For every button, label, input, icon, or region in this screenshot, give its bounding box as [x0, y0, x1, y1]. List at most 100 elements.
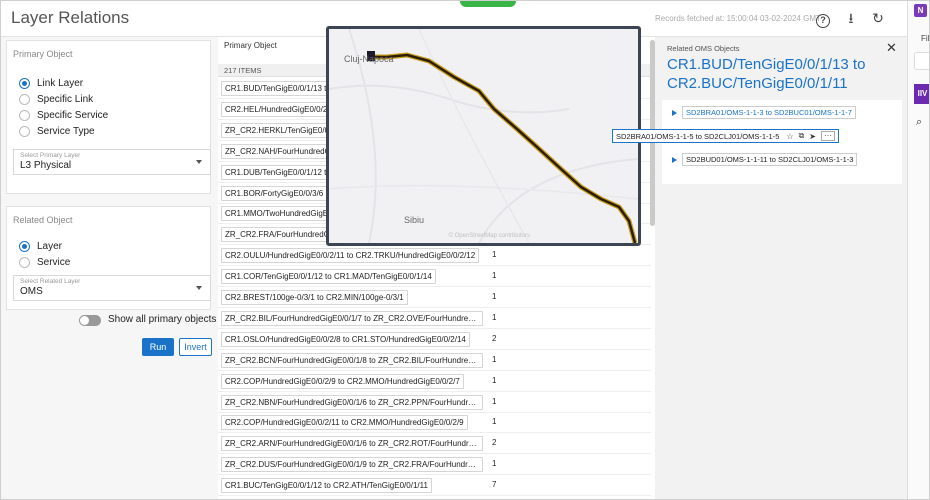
primary-object-link[interactable]: ZR_CR2.HERKL/TenGigE0/0	[221, 122, 334, 138]
primary-object-title: Primary Object	[13, 49, 73, 59]
radio-service-type[interactable]: Service Type	[19, 124, 95, 138]
radio-layer[interactable]: Layer	[19, 239, 62, 253]
primary-object-link[interactable]: CR1.MMO/TwoHundredGigE	[221, 206, 333, 222]
map-city-label: Sibiu	[404, 215, 425, 225]
related-count: 1	[492, 396, 497, 406]
chevron-down-icon	[196, 160, 202, 164]
more-icon[interactable]: ···	[821, 131, 835, 141]
primary-object-link[interactable]: CR2.COP/HundredGigE0/0/2/11 to CR2.MMO/H…	[221, 415, 468, 431]
invert-button[interactable]: Invert	[179, 338, 212, 356]
related-count: 1	[492, 271, 497, 281]
table-row[interactable]: CR1.OSLO/HundredGigE0/0/2/8 to CR1.STO/H…	[218, 329, 651, 350]
primary-object-link[interactable]: ZR_CR2.FRA/FourHundredG	[221, 227, 334, 243]
star-icon[interactable]: ☆	[786, 132, 793, 141]
primary-object-link[interactable]: ZR_CR2.NBN/FourHundredGigE0/0/1/6 to ZR_…	[221, 394, 483, 410]
navigate-icon[interactable]: ➤	[809, 132, 816, 141]
section-icon[interactable]: IIV	[914, 84, 930, 104]
related-count: 1	[492, 250, 497, 260]
primary-object-link[interactable]: CR2.BREST/100ge-0/3/1 to CR2.MIN/100ge-0…	[221, 290, 408, 305]
radio-dot[interactable]	[19, 109, 30, 121]
refresh-icon[interactable]: ↻	[869, 9, 887, 27]
related-count: 1	[492, 375, 497, 385]
related-item[interactable]: SD2BRA01/OMS-1-1-3 to SD2BUC01/OMS-1-1-7	[672, 106, 856, 119]
table-row[interactable]: CR1.BUC/TenGigE0/0/1/12 to CR2.ATH/TenGi…	[218, 475, 651, 497]
radio-dot-selected[interactable]	[19, 77, 30, 89]
primary-object-link[interactable]: CR1.BUC/TenGigE0/0/1/12 to CR2.ATH/TenGi…	[221, 478, 432, 494]
related-count: 1	[492, 312, 497, 322]
primary-object-link[interactable]: ZR_CR2.NAH/FourHundredGi	[221, 143, 337, 159]
radio-dot-selected[interactable]	[19, 240, 30, 252]
radio-dot[interactable]	[19, 93, 30, 105]
top-green-tab[interactable]	[460, 0, 516, 7]
table-row[interactable]: CR2.COP/HundredGigE0/0/2/11 to CR2.MMO/H…	[218, 412, 651, 434]
table-row[interactable]: ZR_CR2.DUS/FourHundredGigE0/0/1/9 to ZR_…	[218, 454, 651, 476]
primary-object-link[interactable]: ZR_CR2.ARN/FourHundredGigE0/0/1/6 to ZR_…	[221, 436, 483, 452]
related-layer-select[interactable]: Select Related Layer OMS	[13, 275, 211, 301]
primary-object-link[interactable]: CR2.OULU/HundredGigE0/0/2/11 to CR2.TRKU…	[221, 248, 480, 264]
radio-specific-link[interactable]: Specific Link	[19, 92, 93, 106]
primary-object-link[interactable]: ZR_CR2.DUS/FourHundredGigE0/0/1/9 to ZR_…	[221, 457, 483, 473]
show-all-label: Show all primary objects	[108, 314, 217, 325]
related-panel-title: CR1.BUD/TenGigE0/0/1/13 to CR2.BUC/TenGi…	[667, 56, 866, 92]
related-count: 1	[492, 292, 497, 301]
table-row[interactable]: ZR_CR2.BCN/FourHundredGigE0/0/1/8 to ZR_…	[218, 350, 651, 371]
primary-object-link[interactable]: CR1.BUD/TenGigE0/0/1/13 to	[221, 81, 335, 96]
route-map[interactable]: Cluj-Napoca Sibiu © OpenStreetMap contri…	[326, 26, 641, 246]
radio-dot[interactable]	[19, 256, 30, 268]
related-count: 2	[492, 333, 497, 343]
items-count: 217 ITEMS	[224, 66, 262, 75]
primary-object-link[interactable]: CR1.OSLO/HundredGigE0/0/2/8 to CR1.STO/H…	[221, 331, 470, 347]
column-header-primary-object[interactable]: Primary Object	[224, 41, 277, 50]
radio-link-layer[interactable]: Link Layer	[19, 76, 83, 90]
primary-layer-select[interactable]: Select Primary Layer L3 Physical	[13, 149, 211, 175]
records-fetched-text: Records fetched at: 15:00:04 03-02-2024 …	[655, 14, 821, 23]
related-panel-label: Related OMS Objects	[667, 44, 740, 53]
primary-object-link[interactable]: CR1.BOR/FortyGigE0/0/3/6	[221, 185, 328, 201]
radio-service[interactable]: Service	[19, 255, 70, 269]
primary-object-card: Primary Object Link Layer Specific Link …	[6, 40, 211, 194]
related-count: 2	[492, 438, 497, 448]
table-row[interactable]: CR2.OULU/HundredGigE0/0/2/11 to CR2.TRKU…	[218, 245, 651, 267]
related-count: 1	[492, 354, 497, 364]
primary-object-link[interactable]: ZR_CR2.BCN/FourHundredGigE0/0/1/8 to ZR_…	[221, 352, 483, 368]
related-objects-panel: Related OMS Objects ✕ CR1.BUD/TenGigE0/0…	[655, 37, 907, 500]
download-icon[interactable]: ⭳	[842, 9, 860, 27]
close-icon[interactable]: ✕	[886, 40, 897, 56]
table-row[interactable]: ZR_CR2.BIL/FourHundredGigE0/0/1/7 to ZR_…	[218, 308, 651, 329]
help-icon[interactable]: ?	[814, 9, 832, 28]
related-count: 1	[492, 459, 497, 469]
table-row[interactable]: ZR_CR2.ARN/FourHundredGigE0/0/1/6 to ZR_…	[218, 433, 651, 455]
expand-icon[interactable]	[672, 156, 677, 163]
app-window: Layer Relations Records fetched at: 15:0…	[0, 0, 930, 500]
map-city-label: Cluj-Napoca	[344, 54, 394, 64]
query-panel: Primary Object Link Layer Specific Link …	[0, 37, 218, 500]
primary-object-link[interactable]: CR2.HEL/HundredGigE0/0/2	[221, 101, 332, 117]
map-credit: © OpenStreetMap contributors	[448, 233, 530, 239]
onenote-icon[interactable]: N	[914, 4, 927, 17]
primary-object-link[interactable]: CR1.COR/TenGigE0/0/1/12 to CR1.MAD/TenGi…	[221, 269, 436, 285]
primary-object-link[interactable]: ZR_CR2.BIL/FourHundredGigE0/0/1/7 to ZR_…	[221, 310, 483, 326]
related-object-card: Related Object Layer Service Select Rela…	[6, 206, 211, 310]
table-row[interactable]: CR1.COR/TenGigE0/0/1/12 to CR1.MAD/TenGi…	[218, 266, 651, 288]
adjacent-app-strip: N Fil IIV ⌕	[907, 0, 930, 500]
radio-specific-service[interactable]: Specific Service	[19, 108, 108, 122]
related-item[interactable]: SD2BUD01/OMS-1-1-11 to SD2CLJ01/OMS-1-1-…	[672, 153, 858, 166]
expand-icon[interactable]	[672, 109, 677, 116]
related-count: 7	[492, 480, 497, 490]
show-all-toggle[interactable]	[79, 315, 101, 326]
related-count: 1	[492, 417, 497, 427]
page-title: Layer Relations	[11, 8, 130, 27]
table-row[interactable]: CR2.BREST/100ge-0/3/1 to CR2.MIN/100ge-0…	[218, 287, 651, 308]
search-icon[interactable]: ⌕	[916, 116, 922, 129]
primary-object-link[interactable]: CR1.DUB/TenGigE0/0/1/12 t	[221, 164, 331, 180]
run-button[interactable]: Run	[142, 338, 174, 356]
related-object-title: Related Object	[13, 215, 73, 225]
table-row[interactable]: CR2.COP/HundredGigE0/0/2/9 to CR2.MMO/Hu…	[218, 371, 651, 392]
table-row[interactable]: ZR_CR2.NBN/FourHundredGigE0/0/1/6 to ZR_…	[218, 392, 651, 413]
notebook-icon[interactable]	[914, 52, 930, 70]
hover-tooltip[interactable]: SD2BRA01/OMS-1-1-5 to SD2CLJ01/OMS-1-1-5…	[612, 129, 839, 143]
primary-object-link[interactable]: CR2.COP/HundredGigE0/0/2/9 to CR2.MMO/Hu…	[221, 373, 464, 389]
file-menu-label[interactable]: Fil	[921, 34, 929, 43]
radio-dot[interactable]	[19, 125, 30, 137]
external-link-icon[interactable]: ⧉	[799, 131, 805, 141]
